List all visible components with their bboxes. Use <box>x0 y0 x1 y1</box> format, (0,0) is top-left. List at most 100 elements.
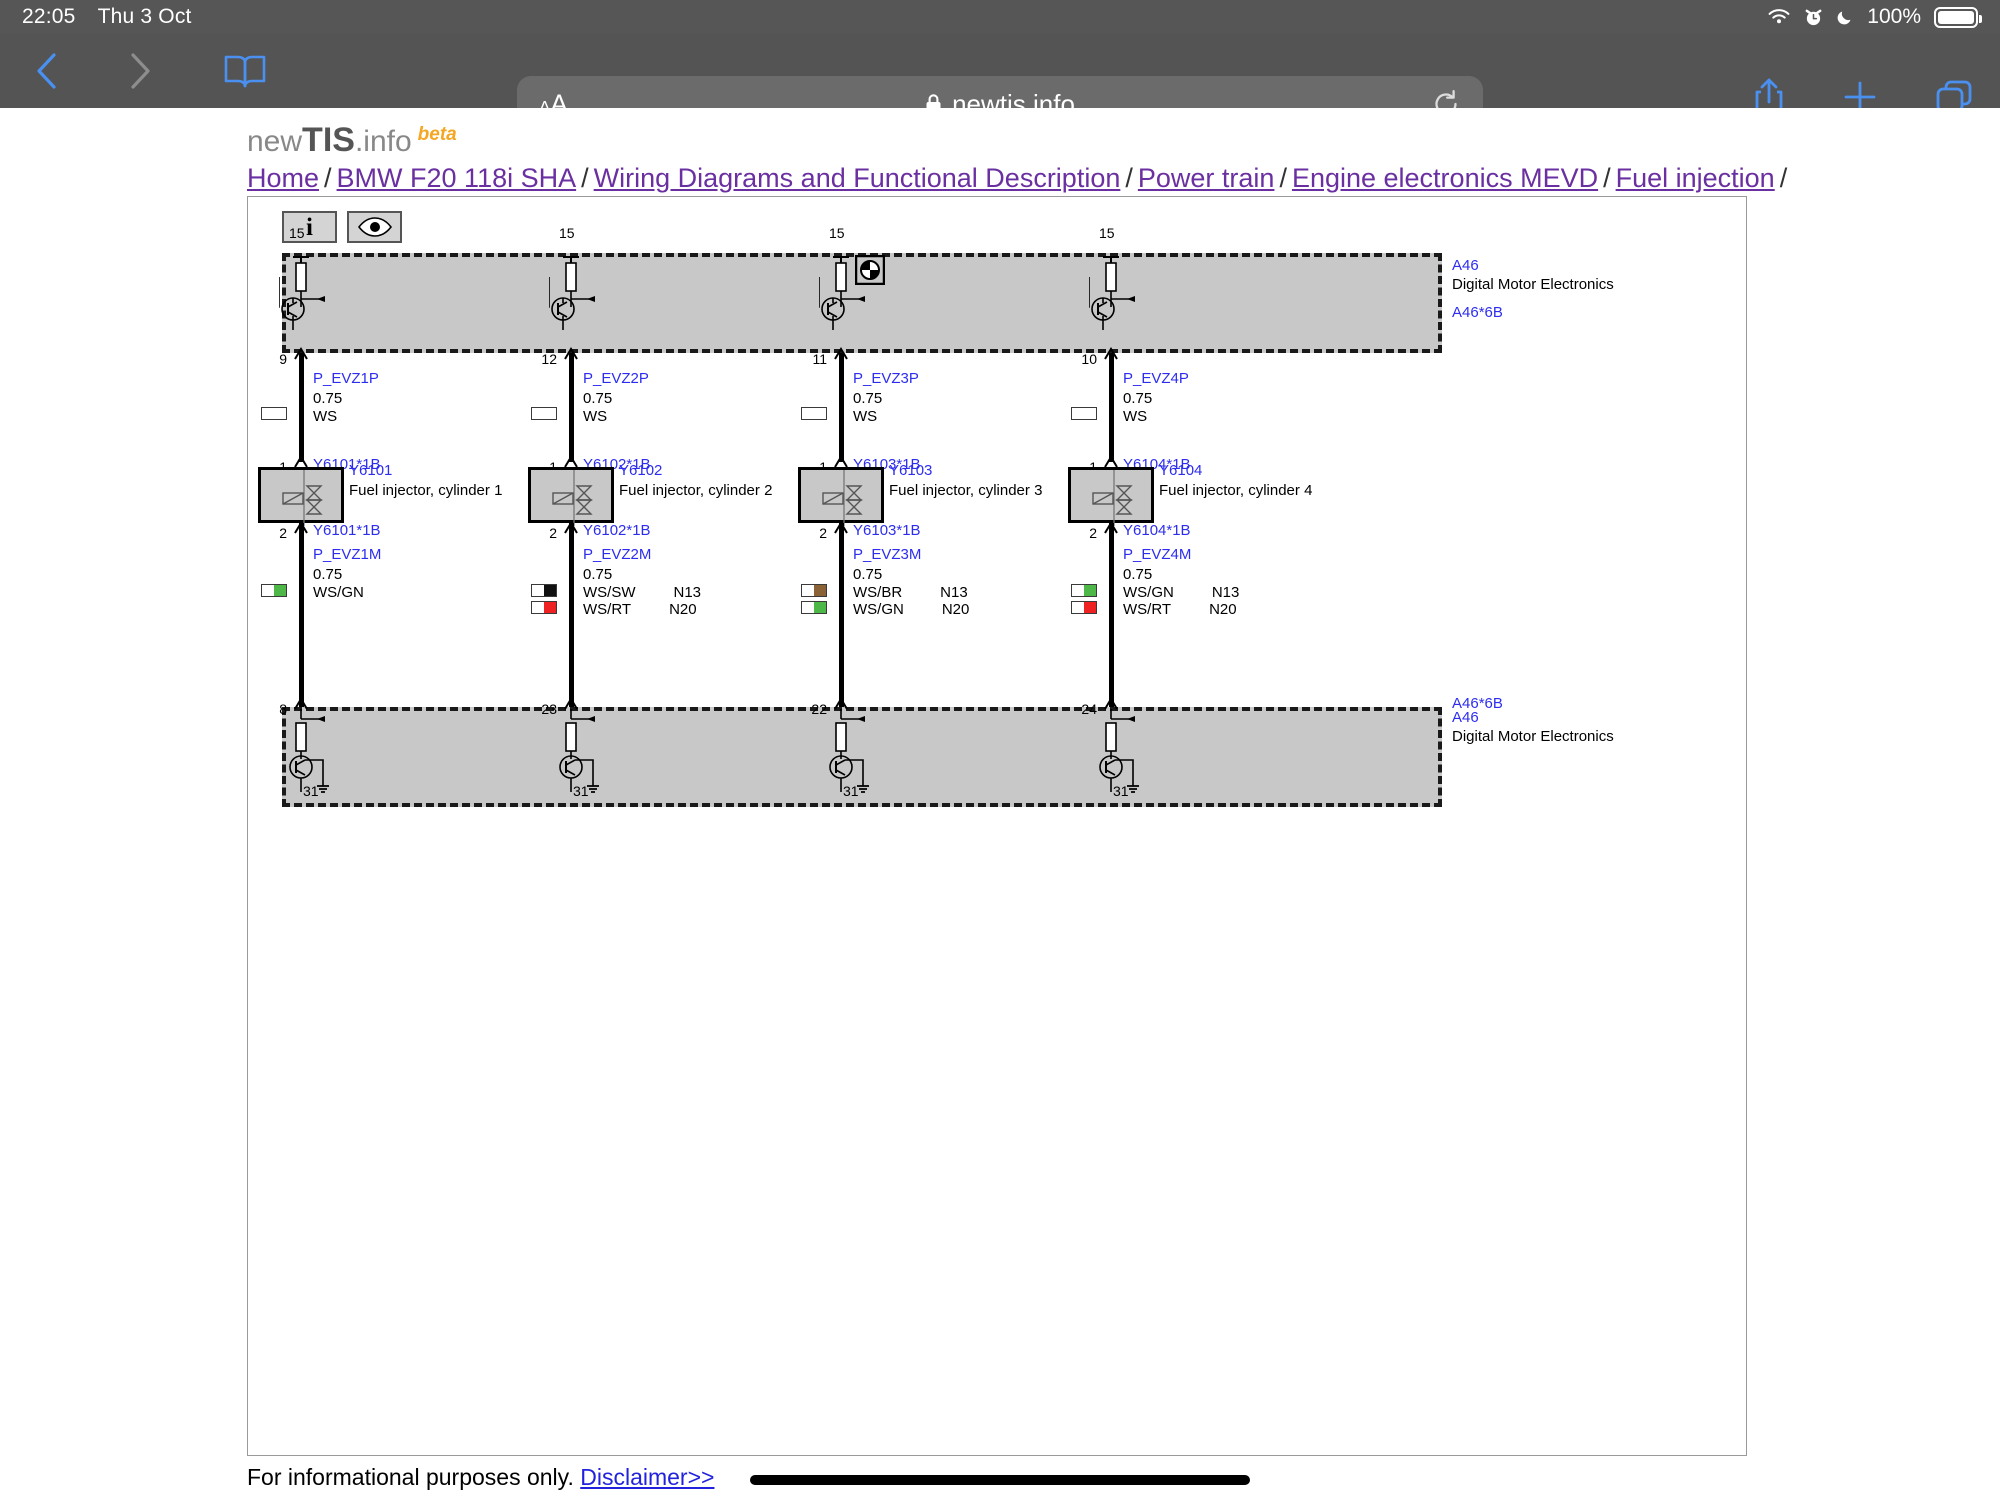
eye-icon <box>357 217 393 237</box>
breadcrumb-link-wiring[interactable]: Wiring Diagrams and Functional Descripti… <box>594 163 1121 193</box>
pin-number-injector-bottom: 2 <box>549 525 557 541</box>
wire-color-supply: WS <box>853 408 878 425</box>
connector-name-injector-bottom: Y6101*1B <box>313 522 381 539</box>
breadcrumb-link-fuel-injection[interactable]: Fuel injection <box>1616 163 1775 193</box>
fuel-injector-component[interactable] <box>528 467 614 526</box>
wire-name-supply: P_EVZ4P <box>1123 370 1189 387</box>
wire-color-code: WS/GN <box>1123 584 1174 601</box>
pin-number-injector-bottom: 2 <box>1089 525 1097 541</box>
footer-note: For informational purposes only. Disclai… <box>247 1464 714 1491</box>
wire-color-swatch <box>1071 601 1097 614</box>
breadcrumb-separator: / <box>1125 163 1133 193</box>
breadcrumb-link-engine-electronics[interactable]: Engine electronics MEVD <box>1292 163 1598 193</box>
breadcrumb-separator: / <box>324 163 332 193</box>
wire-color-swatch <box>531 601 557 614</box>
status-date: Thu 3 Oct <box>97 5 192 28</box>
pin-number-injector-bottom: 2 <box>819 525 827 541</box>
device-code-label: Y6103 <box>889 462 933 479</box>
wire-color-swatch <box>261 407 287 420</box>
info-button-label: i <box>306 213 313 241</box>
site-logo: newTIS.info beta <box>247 121 457 160</box>
wire-variant-code: N20 <box>1209 601 1237 618</box>
forward-button[interactable] <box>112 44 166 98</box>
ecu-bottom-connector-label: A46*6B <box>1452 695 1503 712</box>
wire-color-swatch <box>1071 584 1097 597</box>
terminal-31-label: 31 <box>573 783 589 799</box>
bookmarks-button[interactable] <box>218 44 272 98</box>
device-description-label: Fuel injector, cylinder 3 <box>889 482 1043 499</box>
wire-name-return: P_EVZ2M <box>583 546 652 563</box>
wire-name-supply: P_EVZ3P <box>853 370 919 387</box>
fuel-injector-component[interactable] <box>1068 467 1154 526</box>
device-description-label: Fuel injector, cylinder 4 <box>1159 482 1313 499</box>
wire-color-swatch <box>261 584 287 597</box>
ecu-bottom-driver-circuit <box>289 709 329 793</box>
wiring-diagram: i A46 Digital Motor Electronics A46 Digi… <box>248 197 1748 1457</box>
logo-beta-badge: beta <box>417 124 457 145</box>
ecu-top-label: A46 Digital Motor Electronics <box>1452 257 1614 295</box>
ipad-status-bar: 22:05 Thu 3 Oct 100% <box>0 0 2000 34</box>
ecu-top-desc: Digital Motor Electronics <box>1452 275 1614 293</box>
wire-size-return: 0.75 <box>1123 566 1153 583</box>
status-bar-left: 22:05 Thu 3 Oct <box>22 5 192 29</box>
wire-color-supply: WS <box>313 408 338 425</box>
wire-color-code: WS/GN <box>313 584 364 601</box>
wire-return <box>839 523 844 707</box>
wire-size-return: 0.75 <box>853 566 883 583</box>
breadcrumb-link-home[interactable]: Home <box>247 163 319 193</box>
ecu-bottom-driver-circuit <box>1099 709 1139 793</box>
connector-name-injector-bottom: Y6104*1B <box>1123 522 1191 539</box>
wire-supply <box>569 353 574 462</box>
device-description-label: Fuel injector, cylinder 2 <box>619 482 773 499</box>
connector-symbol <box>1104 347 1118 360</box>
wire-color-code: WS/RT <box>1123 601 1172 618</box>
battery-icon <box>1934 6 1982 28</box>
connector-name-injector-bottom: Y6102*1B <box>583 522 651 539</box>
wire-color-swatch <box>531 584 557 597</box>
device-description-label: Fuel injector, cylinder 1 <box>349 482 503 499</box>
breadcrumb-separator: / <box>1279 163 1287 193</box>
breadcrumb-link-vehicle[interactable]: BMW F20 118i SHA <box>337 163 577 193</box>
wire-variant-code: N13 <box>673 584 702 601</box>
footer-note-text: For informational purposes only. <box>247 1464 574 1490</box>
wifi-icon <box>1767 8 1791 26</box>
breadcrumb-separator: / <box>1779 163 1788 193</box>
ecu-bottom-label: A46 Digital Motor Electronics <box>1452 709 1614 747</box>
disclaimer-link[interactable]: Disclaimer>> <box>580 1464 714 1490</box>
wire-color-code: WS/GN <box>853 601 904 618</box>
wire-supply <box>299 353 304 462</box>
fuel-injector-component[interactable] <box>798 467 884 526</box>
wire-size-supply: 0.75 <box>583 390 613 407</box>
wire-color-row: WS/GN N20 <box>853 600 969 620</box>
visibility-toggle-button[interactable] <box>347 211 402 243</box>
wire-color-swatch <box>1071 407 1097 420</box>
connector-name-injector-bottom: Y6103*1B <box>853 522 921 539</box>
back-button[interactable] <box>20 44 74 98</box>
home-indicator <box>750 1475 1250 1485</box>
logo-prefix: new <box>247 125 303 158</box>
terminal-31-label: 31 <box>1113 783 1129 799</box>
ecu-bottom-driver-circuit <box>829 709 869 793</box>
pin-number-ecu-top: 11 <box>812 351 827 367</box>
terminal-15-label: 15 <box>289 225 305 241</box>
wire-size-supply: 0.75 <box>853 390 883 407</box>
wire-color-row: WS/RT N20 <box>583 600 697 620</box>
connector-symbol <box>834 347 848 360</box>
wire-return <box>299 523 304 707</box>
wire-color-code: WS/SW <box>583 584 636 601</box>
logo-suffix: .info <box>354 125 412 158</box>
breadcrumb-separator: / <box>581 163 589 193</box>
safari-toolbar: AA newtis.info <box>0 34 2000 132</box>
ecu-bottom-driver-circuit <box>559 709 599 793</box>
wire-name-supply: P_EVZ1P <box>313 370 379 387</box>
breadcrumb-link-powertrain[interactable]: Power train <box>1138 163 1275 193</box>
status-bar-right: 100% <box>1767 5 1982 29</box>
connector-symbol <box>564 347 578 360</box>
ecu-bottom-desc: Digital Motor Electronics <box>1452 727 1614 745</box>
battery-percent-label: 100% <box>1867 5 1921 28</box>
wire-name-return: P_EVZ3M <box>853 546 922 563</box>
wire-color-code: WS/RT <box>583 601 632 618</box>
fuel-injector-component[interactable] <box>258 467 344 526</box>
wire-color-supply: WS <box>583 408 608 425</box>
ecu-top-driver-circuit <box>1089 256 1135 330</box>
